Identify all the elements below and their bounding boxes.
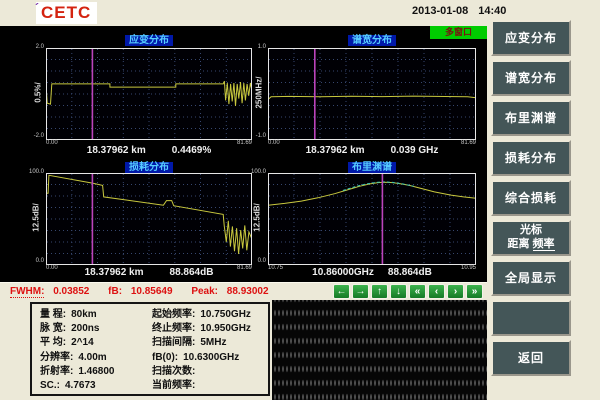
cetc-logo: ´CETC [36,2,97,24]
param-resolution: 分辨率:4.00m [40,351,144,365]
step-right-button[interactable]: › [447,284,464,299]
loss-readout: 18.37962 km 88.864dB [46,267,252,278]
chart-title-strain: 应变分布 [46,31,252,44]
sidebar-item-width-distribution[interactable]: 谱宽分布 [491,60,571,96]
fwhm-label: FWHM: [10,286,44,298]
param-start-frequency: 起始频率:10.750GHz [152,308,251,322]
strain-plot[interactable] [46,48,252,140]
fast-left-button[interactable]: « [409,284,426,299]
spectrum-y-min: 0.0 [252,258,266,264]
width-plot[interactable] [268,48,476,140]
chart-title-width: 谱宽分布 [268,31,476,44]
loss-y-min: 0.0 [30,258,44,264]
chart-title-spectrum: 布里渊谱 [268,158,476,171]
sidebar-item-loss-distribution[interactable]: 损耗分布 [491,140,571,176]
sidebar-item-back[interactable]: 返回 [491,340,571,376]
arrow-left-button[interactable]: ← [333,284,350,299]
arrow-down-button[interactable]: ↓ [390,284,407,299]
loss-plot[interactable] [46,173,252,265]
spectrum-y-scale: 12.5dB/ [253,193,262,243]
width-y-scale: 250MHz/ [255,68,264,118]
parameter-column-1: 量 程:80km 脉 宽:200ns 平 均:2^14 分辨率:4.00m 折射… [40,308,144,392]
date-text: 2013-01-08 [412,5,468,17]
spectrum-readout: 10.86000GHz 88.864dB [268,267,476,278]
parameter-column-2: 起始频率:10.750GHz 终止频率:10.950GHz 扫描间隔:5MHz … [152,308,251,392]
datetime: 2013-01-08 14:40 [412,5,516,17]
strain-readout: 18.37962 km 0.4469% [46,145,252,156]
logo-text: CETC [41,3,91,22]
width-y-max: 1.0 [248,44,266,50]
param-scan-count: 扫描次数: [152,365,251,379]
spectrum-plot[interactable] [268,173,476,265]
fb-label: fB: [108,286,122,297]
param-pulse-width: 脉 宽:200ns [40,322,144,336]
spectrum-y-max: 100.0 [244,169,266,175]
sidebar-menu: 应变分布 谱宽分布 布里渊谱 损耗分布 综合损耗 光标 距离 频率 全局显示 返… [487,20,600,400]
cursor-measure-value: 88.864dB [388,267,432,278]
time-text: 14:40 [478,5,506,17]
sidebar-item-empty[interactable] [491,300,571,336]
cursor-measure-value: 0.039 GHz [391,145,439,156]
fwhm-value: 0.03852 [53,286,89,297]
cursor-measure-value: 88.864dB [170,267,214,278]
arrow-right-button[interactable]: → [352,284,369,299]
param-fb0: fB(0):10.6300GHz [152,351,251,365]
loss-y-scale: 12.5dB/ [32,193,41,243]
arrow-up-button[interactable]: ↑ [371,284,388,299]
cursor-nav-buttons: ← → ↑ ↓ « ‹ › » [333,284,483,299]
fit-curve [343,182,414,191]
measurement-readout: FWHM: 0.03852 fB: 10.85649 Peak: 88.9300… [10,286,285,297]
sidebar-item-global-display[interactable]: 全局显示 [491,260,571,296]
param-average: 平 均:2^14 [40,336,144,350]
param-current-frequency: 当前频率: [152,379,251,393]
sidebar-item-brillouin-spectrum[interactable]: 布里渊谱 [491,100,571,136]
data-trace [268,182,476,205]
cursor-position-value: 10.86000GHz [312,267,374,278]
fb-value: 10.85649 [131,286,173,297]
param-stop-frequency: 终止频率:10.950GHz [152,322,251,336]
sidebar-item-cursor-distance-frequency[interactable]: 光标 距离 频率 [491,220,571,256]
strain-y-min: -2.0 [24,133,44,139]
param-range: 量 程:80km [40,308,144,322]
chart-area: 多窗口 应变分布 谱宽分布 损耗分布 布里渊谱 2.0 -2.0 1.0 -1.… [0,26,487,282]
status-bar: FWHM: 0.03852 fB: 10.85649 Peak: 88.9300… [0,282,487,301]
chart-title-loss: 损耗分布 [46,158,252,171]
peak-label: Peak: [191,286,218,297]
width-y-min: -1.0 [246,133,266,139]
step-left-button[interactable]: ‹ [428,284,445,299]
cursor-position-value: 18.37962 km [306,145,365,156]
strain-y-max: 2.0 [26,44,44,50]
sidebar-item-combined-loss[interactable]: 综合损耗 [491,180,571,216]
strain-y-scale: 0.5%/ [34,68,43,118]
width-readout: 18.37962 km 0.039 GHz [268,145,476,156]
empty-grid-panel [272,300,487,400]
instrument-screen: ´CETC 2013-01-08 14:40 多窗口 应变分布 谱宽分布 损耗分布… [0,0,600,400]
cursor-position-value: 18.37962 km [85,267,144,278]
cursor-position-value: 18.37962 km [87,145,146,156]
cursor-measure-value: 0.4469% [172,145,211,156]
frequency-mode-indicator: 频率 [533,238,555,251]
param-scan-interval: 扫描间隔:5MHz [152,336,251,350]
sidebar-item-strain-distribution[interactable]: 应变分布 [491,20,571,56]
parameter-panel: 量 程:80km 脉 宽:200ns 平 均:2^14 分辨率:4.00m 折射… [30,302,270,396]
param-refractive-index: 折射率:1.46800 [40,365,144,379]
param-sc: SC.:4.7673 [40,379,144,393]
peak-value: 88.93002 [227,286,269,297]
logo-accent: ´ [35,1,40,15]
fast-right-button[interactable]: » [466,284,483,299]
loss-y-max: 100.0 [22,169,44,175]
